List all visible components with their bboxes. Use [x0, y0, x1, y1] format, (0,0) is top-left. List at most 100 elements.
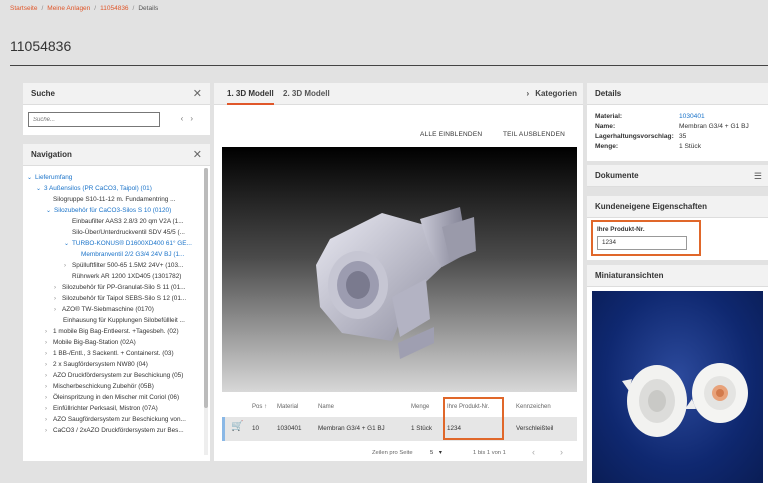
- tree-item[interactable]: › AZO Saugfördersystem zur Beschickung vo…: [45, 415, 186, 425]
- search-input[interactable]: [28, 112, 160, 127]
- cell-name: Membran G3/4 + G1 BJ: [318, 425, 385, 432]
- cell-material: 1030401: [277, 425, 302, 432]
- chevron-down-icon[interactable]: ⌄: [64, 239, 72, 249]
- highlight-box: [591, 220, 701, 256]
- navigation-tree: ⌄ Lieferumfang ⌄ 3 Außensilos (PR CaCO3, T…: [23, 166, 210, 456]
- tree-item[interactable]: › 1 mobile Big Bag-Entleerst. +Tagesbeh. …: [45, 327, 179, 337]
- chevron-right-icon[interactable]: ›: [45, 393, 53, 403]
- detail-material: Material: 1030401: [595, 113, 705, 120]
- material-link[interactable]: 1030401: [679, 113, 705, 120]
- show-all-button[interactable]: ALLE EINBLENDEN: [420, 131, 482, 138]
- table-row[interactable]: 🛒 10 1030401 Membran G3/4 + G1 BJ 1 Stüc…: [222, 417, 577, 441]
- list-icon[interactable]: ☰: [754, 165, 762, 187]
- details-panel: Details Material: 1030401 Name: Membran G3…: [587, 83, 768, 161]
- categories-toggle[interactable]: › Kategorien: [527, 83, 577, 105]
- tree-item[interactable]: ⌄ Lieferumfang: [27, 173, 72, 183]
- tree-item[interactable]: › Spülluftfilter 500-65 1.5M2 24V+ (103..…: [64, 261, 183, 271]
- details-panel-title: Details: [595, 89, 622, 98]
- tree-item[interactable]: › Einfüllrichter Perksasil, Mistron (07A): [45, 404, 158, 414]
- chevron-right-icon: ›: [526, 89, 530, 98]
- custom-properties-header: Kundeneigene Eigenschaften: [587, 196, 768, 218]
- tree-item[interactable]: Rührwerk AR 1200 1XD405 (1301782): [72, 272, 181, 282]
- tab-3d-model-2[interactable]: 2. 3D Modell: [283, 83, 330, 105]
- tree-item[interactable]: › Mobile Big-Bag-Station (02A): [45, 338, 136, 348]
- tree-item[interactable]: ⌄ TURBO-KONUS® D1600XD400 61° GE...: [64, 239, 192, 249]
- header-divider: [10, 65, 768, 66]
- search-panel-title: Suche: [31, 89, 56, 98]
- tree-item[interactable]: › AZO Druckfördersystem zur Beschickung (…: [45, 371, 183, 381]
- tree-item[interactable]: Silogruppe S10-11-12 m. Fundamentring ..…: [53, 195, 175, 205]
- chevron-right-icon[interactable]: ›: [54, 305, 62, 315]
- chevron-right-icon[interactable]: ›: [64, 261, 72, 271]
- tree-item[interactable]: › Öleinspritzung in den Mischer mit Corio…: [45, 393, 179, 403]
- chevron-down-icon[interactable]: ⌄: [36, 184, 44, 194]
- chevron-right-icon[interactable]: ›: [45, 382, 53, 392]
- column-tag[interactable]: Kennzeichen: [516, 404, 551, 410]
- chevron-right-icon[interactable]: ›: [54, 283, 62, 293]
- tab-3d-model-1[interactable]: 1. 3D Modell: [227, 83, 274, 105]
- tree-item[interactable]: › Mischerbeschickung Zubehör (05B): [45, 382, 154, 392]
- 3d-viewer[interactable]: [222, 147, 577, 392]
- chevron-down-icon[interactable]: ⌄: [27, 173, 35, 183]
- tree-item[interactable]: ⌄ Silozubehör für CaCO3-Silos S 10 (0120): [46, 206, 171, 216]
- hide-part-button[interactable]: TEIL AUSBLENDEN: [503, 131, 565, 138]
- chevron-right-icon[interactable]: ›: [45, 360, 53, 370]
- tree-item[interactable]: Einbaufilter AAS3 2.8/3 20 qm V2A (1...: [72, 217, 184, 227]
- navigation-scrollbar[interactable]: [204, 168, 208, 455]
- documents-panel[interactable]: Dokumente ☰: [587, 165, 768, 187]
- search-nav-arrows: ‹›: [181, 114, 200, 123]
- thumbnails-header: Miniaturansichten: [587, 265, 768, 287]
- tree-item[interactable]: › 2 x Saugfördersystem NW80 (04): [45, 360, 148, 370]
- product-photo[interactable]: [592, 291, 763, 483]
- close-icon[interactable]: ✕: [193, 144, 202, 166]
- add-to-cart-icon[interactable]: 🛒: [231, 421, 243, 432]
- chevron-right-icon[interactable]: ›: [560, 447, 563, 457]
- tree-item[interactable]: Silo-Über/Unterdruckventil SDV 45/5 (...: [72, 228, 185, 238]
- tree-item-selected[interactable]: Membranventil 2/2 G3/4 24V BJ (1...: [81, 250, 184, 260]
- chevron-right-icon[interactable]: ›: [45, 426, 53, 436]
- membrane-photo: [622, 363, 748, 437]
- custom-properties-panel: Kundeneigene Eigenschaften Ihre Produkt-…: [587, 196, 768, 260]
- model-panel: 1. 3D Modell 2. 3D Modell › Kategorien AL…: [214, 83, 583, 461]
- chevron-left-icon[interactable]: ‹: [532, 447, 535, 457]
- navigation-panel-header: Navigation ✕: [23, 144, 210, 166]
- chevron-right-icon[interactable]: ›: [45, 371, 53, 381]
- thumbnails-title: Miniaturansichten: [595, 271, 664, 280]
- categories-label: Kategorien: [535, 89, 577, 98]
- breadcrumb-home[interactable]: Startseite: [10, 5, 37, 12]
- tree-item[interactable]: › Silozubehör für Taipol SEBS-Silo S 12 (…: [54, 294, 186, 304]
- chevron-left-icon[interactable]: ‹: [181, 114, 191, 123]
- breadcrumb-separator: /: [132, 5, 135, 12]
- breadcrumb-current: Details: [138, 5, 159, 12]
- column-quantity[interactable]: Menge: [411, 404, 429, 410]
- tree-item[interactable]: ⌄ 3 Außensilos (PR CaCO3, Taipol) (01): [36, 184, 152, 194]
- breadcrumb-separator: /: [94, 5, 97, 12]
- tree-item[interactable]: Einhausung für Kupplungen Silobefüllleit…: [63, 316, 185, 326]
- custom-properties-title: Kundeneigene Eigenschaften: [595, 202, 708, 211]
- caret-down-icon: ▾: [438, 450, 442, 456]
- breadcrumb-id[interactable]: 11054836: [100, 5, 128, 12]
- tree-item[interactable]: › CaCO3 / 2xAZO Druckfördersystem zur Bes…: [45, 426, 184, 436]
- column-material[interactable]: Material: [277, 404, 298, 410]
- scrollbar-thumb[interactable]: [204, 168, 208, 408]
- tree-item[interactable]: › AZO® TW-Siebmaschine (0170): [54, 305, 154, 315]
- chevron-right-icon[interactable]: ›: [45, 415, 53, 425]
- column-name[interactable]: Name: [318, 404, 334, 410]
- model-tabs: 1. 3D Modell 2. 3D Modell › Kategorien: [214, 83, 583, 105]
- chevron-right-icon[interactable]: ›: [45, 327, 53, 337]
- detail-quantity: Menge: 1 Stück: [595, 143, 701, 150]
- chevron-right-icon[interactable]: ›: [54, 294, 62, 304]
- tree-item[interactable]: › 1 BB-/Entl., 3 Sackentl. + Containerst.…: [45, 349, 174, 359]
- chevron-right-icon[interactable]: ›: [45, 338, 53, 348]
- rows-per-page-select[interactable]: 5 ▾: [430, 450, 442, 456]
- chevron-right-icon[interactable]: ›: [190, 114, 200, 123]
- column-pos[interactable]: Pos ↑: [252, 404, 267, 410]
- chevron-right-icon[interactable]: ›: [45, 349, 53, 359]
- close-icon[interactable]: ✕: [193, 83, 202, 105]
- breadcrumb-plants[interactable]: Meine Anlagen: [47, 5, 90, 12]
- tree-item[interactable]: › Silozubehör für PP-Granulat-Silo S 11 (…: [54, 283, 186, 293]
- chevron-right-icon[interactable]: ›: [45, 404, 53, 414]
- documents-panel-header[interactable]: Dokumente ☰: [587, 165, 768, 187]
- 3d-part-render: [316, 207, 476, 359]
- chevron-down-icon[interactable]: ⌄: [46, 206, 54, 216]
